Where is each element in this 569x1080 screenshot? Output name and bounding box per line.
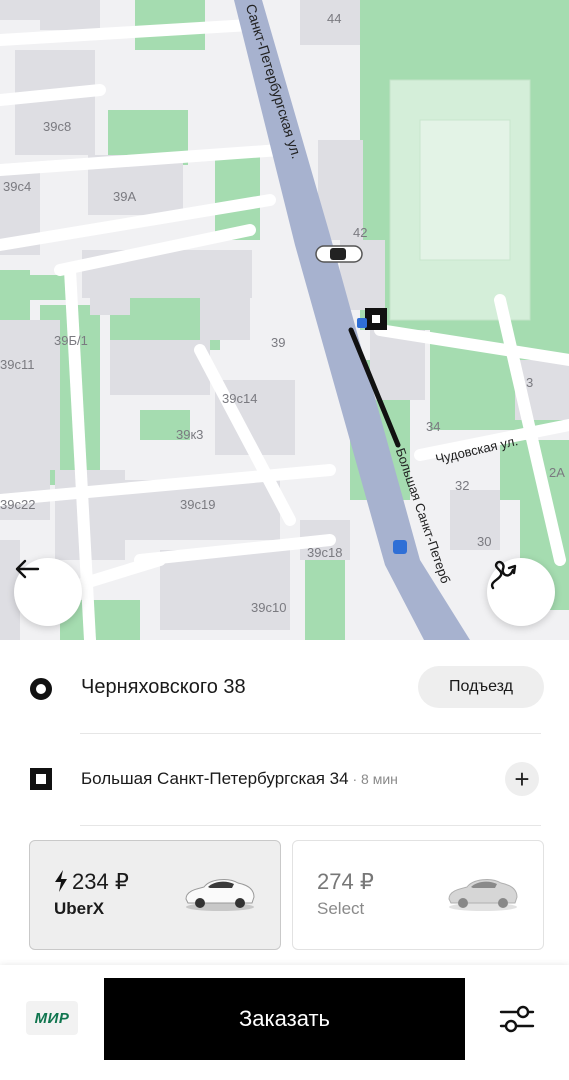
pickup-pin-icon [30, 678, 52, 700]
car-image [448, 879, 518, 911]
map[interactable]: 44 39с8 39с4 39А 42 39Б/1 39 39с11 39с14… [0, 0, 569, 640]
divider [80, 733, 541, 734]
building-label: 2А [549, 465, 565, 480]
building-label: 44 [327, 11, 342, 26]
building-label: 39с4 [3, 179, 32, 194]
ride-price: 274 ₽ [317, 869, 374, 894]
dropoff-pin-icon [30, 768, 52, 790]
transit-stop-icon [357, 318, 367, 328]
mir-logo: МИР [34, 1009, 70, 1027]
route-button[interactable] [487, 558, 555, 626]
divider [80, 825, 541, 826]
lightning-icon [55, 870, 67, 892]
pickup-address[interactable]: Черняховского 38 [81, 676, 246, 699]
destination-marker-icon [365, 308, 387, 330]
building-label: 39с10 [251, 600, 287, 615]
dropoff-eta: 8 мин [361, 771, 398, 787]
building-label: 39А [113, 189, 137, 204]
arrow-left-icon [15, 559, 40, 579]
building-label: 3 [526, 375, 534, 390]
building-label: 32 [455, 478, 470, 493]
car-marker-icon [315, 245, 363, 263]
building-label: 42 [353, 225, 368, 240]
building-label: 34 [426, 419, 441, 434]
building-label: 39Б/1 [54, 333, 88, 348]
plus-icon: + [514, 764, 530, 794]
dropoff-address-row[interactable]: Большая Санкт-Петербургская 34 · 8 мин [81, 769, 398, 789]
car-image [185, 879, 255, 911]
ride-price: 234 ₽ [72, 869, 129, 894]
ride-option-select[interactable]: 274 ₽ Select [292, 840, 544, 950]
transit-stop-icon [393, 540, 407, 554]
payment-method-button[interactable]: МИР [26, 1001, 78, 1035]
ride-price-row: 234 ₽ [54, 869, 129, 895]
building-label: 39с18 [307, 545, 343, 560]
sliders-icon[interactable] [497, 1000, 537, 1038]
entrance-button[interactable]: Подъезд [418, 666, 544, 708]
eta-separator: · [348, 771, 362, 787]
ride-name: UberX [54, 899, 105, 918]
order-button[interactable]: Заказать [104, 978, 465, 1060]
ride-option-uberx[interactable]: 234 ₽ UberX [29, 840, 281, 950]
building-label: 39 [271, 335, 286, 350]
back-button[interactable] [14, 558, 82, 626]
building-label: 30 [477, 534, 492, 549]
building-label: 39с8 [43, 119, 72, 134]
building-label: 39с14 [222, 391, 258, 406]
route-icon [490, 560, 517, 590]
building-label: 39с19 [180, 497, 216, 512]
dropoff-address: Большая Санкт-Петербургская 34 [81, 769, 349, 788]
add-stop-button[interactable]: + [505, 762, 539, 796]
building-label: 39с22 [0, 497, 36, 512]
building-label: 39с11 [0, 357, 35, 372]
building-label: 39к3 [176, 427, 204, 442]
ride-name: Select [317, 899, 365, 918]
